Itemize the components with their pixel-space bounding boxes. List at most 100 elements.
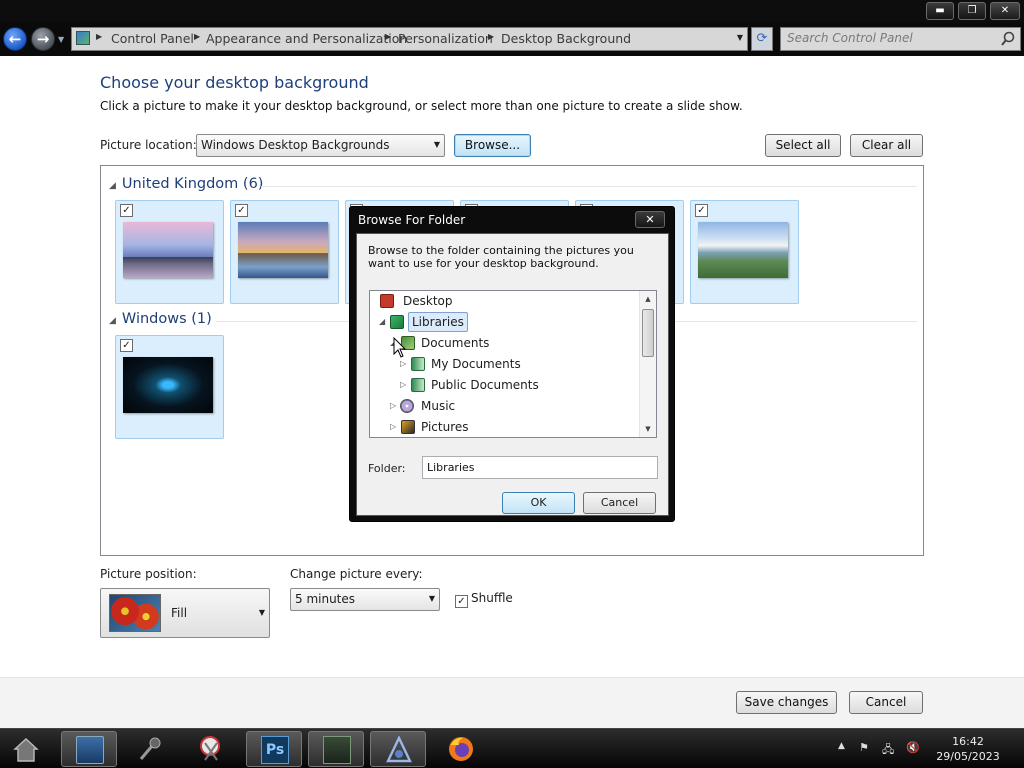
wallpaper-thumbnail[interactable]: ✓ (230, 200, 339, 304)
taskbar-snipping-tool[interactable] (183, 731, 239, 767)
group-header-united-kingdom[interactable]: ◢ United Kingdom (6) (109, 176, 263, 192)
tree-item-label: My Documents (431, 357, 521, 371)
chevron-right-icon[interactable]: ▶ (194, 32, 200, 41)
shuffle-checkbox[interactable]: ✓ Shuffle (455, 591, 513, 608)
collapsed-triangle-icon[interactable]: ▷ (390, 417, 396, 437)
clock-date: 29/05/2023 (936, 750, 1000, 763)
taskbar-microphone[interactable] (121, 731, 177, 767)
tree-item-label: Desktop (403, 294, 453, 308)
dialog-close-button[interactable]: ✕ (635, 211, 665, 228)
tree-item-desktop[interactable]: Desktop (376, 291, 636, 311)
tree-scrollbar[interactable]: ▲ ▼ (639, 291, 656, 437)
recent-pages-dropdown[interactable]: ▼ (58, 35, 64, 44)
browse-button[interactable]: Browse... (454, 134, 531, 157)
clear-all-button[interactable]: Clear all (850, 134, 923, 157)
dialog-ok-button[interactable]: OK (502, 492, 575, 514)
picture-position-select[interactable]: Fill ▼ (100, 588, 270, 638)
scroll-thumb[interactable] (642, 309, 654, 357)
breadcrumb-personalization[interactable]: Personalization (398, 31, 493, 46)
refresh-button[interactable]: ⟳ (751, 27, 773, 51)
search-input[interactable] (787, 31, 987, 45)
tree-item-documents[interactable]: ◢ Documents (376, 333, 636, 353)
taskbar-vector-app[interactable] (370, 731, 426, 767)
collapse-triangle-icon: ◢ (109, 316, 116, 326)
volume-muted-icon[interactable]: 🔇 (906, 741, 920, 754)
wallpaper-thumbnail[interactable]: ✓ (115, 335, 224, 439)
taskbar: Ps ▲ ⚑ 🖧 🔇 16:42 29/05/2023 (0, 728, 1024, 768)
chevron-right-icon[interactable]: ▶ (96, 32, 102, 41)
wallpaper-thumbnail[interactable]: ✓ (690, 200, 799, 304)
group-header-windows[interactable]: ◢ Windows (1) (109, 311, 212, 327)
search-box[interactable] (780, 27, 1021, 51)
group-title: United Kingdom (6) (121, 176, 264, 192)
firefox-icon (449, 737, 473, 761)
wallpaper-checkbox[interactable]: ✓ (120, 204, 133, 217)
chevron-down-icon: ▼ (428, 594, 435, 603)
show-hidden-icons-icon[interactable]: ▲ (838, 741, 845, 751)
close-button[interactable]: ✕ (990, 2, 1020, 20)
checkbox-checked-icon[interactable]: ✓ (455, 595, 468, 608)
search-icon[interactable] (1000, 30, 1016, 48)
breadcrumb-desktop-background[interactable]: Desktop Background (501, 31, 631, 46)
control-panel-icon (76, 31, 90, 45)
action-center-flag-icon[interactable]: ⚑ (859, 741, 869, 754)
shuffle-label: Shuffle (471, 591, 513, 605)
collapsed-triangle-icon[interactable]: ▷ (400, 375, 406, 395)
restore-button[interactable]: ❐ (958, 2, 986, 20)
scroll-down-arrow-icon[interactable]: ▼ (640, 421, 656, 437)
taskbar-photoshop[interactable]: Ps (246, 731, 302, 767)
windows-wallpaper-image (123, 357, 213, 413)
chevron-down-icon[interactable]: ▼ (737, 33, 743, 42)
change-picture-label: Change picture every: (290, 567, 423, 581)
group-title: Windows (1) (121, 311, 212, 327)
wallpaper-checkbox[interactable]: ✓ (120, 339, 133, 352)
tree-item-public-documents[interactable]: ▷ Public Documents (376, 375, 636, 395)
libraries-icon (390, 315, 404, 329)
change-picture-interval-select[interactable]: 5 minutes ▼ (290, 588, 440, 611)
forward-button[interactable]: → (31, 27, 55, 51)
select-all-button[interactable]: Select all (765, 134, 841, 157)
tree-item-label: Libraries (408, 312, 468, 332)
mouse-cursor-icon (393, 337, 407, 358)
page-title: Choose your desktop background (100, 73, 369, 92)
dialog-body: Browse to the folder containing the pict… (356, 233, 669, 516)
stonehenge-image (123, 222, 213, 278)
folder-tree[interactable]: Desktop ◢ Libraries ◢ Documents ▷ My Doc… (369, 290, 657, 438)
breadcrumb[interactable]: ▶ Control Panel ▶ Appearance and Persona… (71, 27, 748, 51)
save-changes-button[interactable]: Save changes (736, 691, 837, 714)
collapsed-triangle-icon[interactable]: ▷ (390, 396, 396, 416)
tree-item-pictures[interactable]: ▷ Pictures (376, 417, 636, 437)
expanded-triangle-icon[interactable]: ◢ (379, 312, 385, 332)
tree-item-music[interactable]: ▷ Music (376, 396, 636, 416)
chevron-right-icon[interactable]: ▶ (488, 32, 494, 41)
cancel-button[interactable]: Cancel (849, 691, 923, 714)
picture-location-select[interactable]: Windows Desktop Backgrounds ▼ (196, 134, 445, 157)
scroll-up-arrow-icon[interactable]: ▲ (640, 291, 656, 307)
wallpaper-checkbox[interactable]: ✓ (695, 204, 708, 217)
tree-item-my-documents[interactable]: ▷ My Documents (376, 354, 636, 374)
microphone-icon (139, 737, 161, 760)
minimize-button[interactable]: ▬ (926, 2, 954, 20)
refresh-icon: ⟳ (756, 31, 768, 46)
dialog-cancel-button[interactable]: Cancel (583, 492, 656, 514)
dialog-title: Browse For Folder (358, 213, 466, 227)
system-clock[interactable]: 16:42 29/05/2023 (936, 734, 1000, 764)
network-icon[interactable]: 🖧 (882, 741, 894, 760)
start-button[interactable] (0, 731, 54, 767)
my-documents-icon (411, 357, 425, 371)
tree-item-libraries[interactable]: ◢ Libraries (376, 312, 636, 332)
taskbar-file-manager[interactable] (61, 731, 117, 767)
taskbar-firefox[interactable] (433, 731, 489, 767)
breadcrumb-appearance[interactable]: Appearance and Personalization (206, 31, 407, 46)
back-button[interactable]: ← (3, 27, 27, 51)
wallpaper-thumbnail[interactable]: ✓ (115, 200, 224, 304)
wallpaper-checkbox[interactable]: ✓ (235, 204, 248, 217)
chevron-right-icon[interactable]: ▶ (385, 32, 391, 41)
dialog-description: Browse to the folder containing the pict… (368, 244, 634, 270)
folder-field[interactable] (422, 456, 658, 479)
tree-item-label: Documents (421, 336, 490, 350)
breadcrumb-control-panel[interactable]: Control Panel (111, 31, 194, 46)
music-icon (400, 399, 414, 413)
tree-item-label: Public Documents (431, 378, 539, 392)
taskbar-app[interactable] (308, 731, 364, 767)
